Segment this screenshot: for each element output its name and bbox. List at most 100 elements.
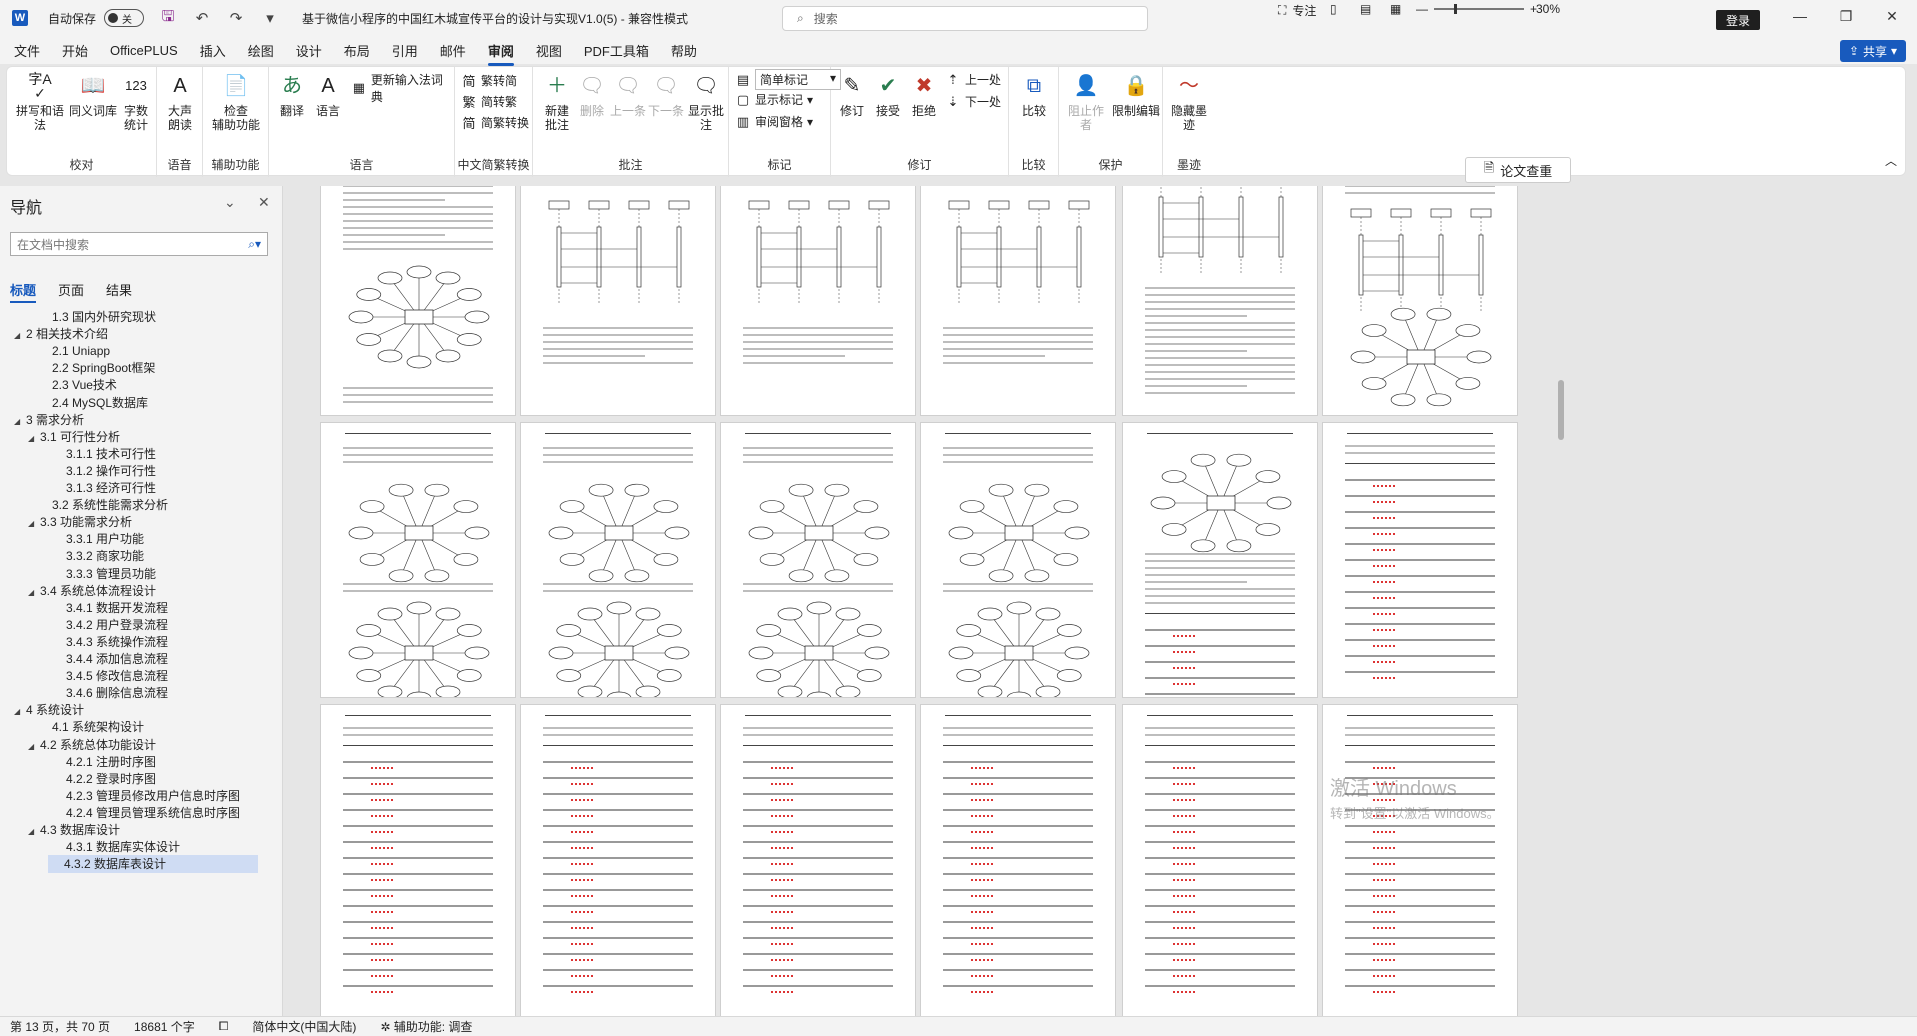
page-count[interactable]: 第 13 页，共 70 页 <box>10 1018 110 1035</box>
nav-heading-item[interactable]: 3.4.5 修改信息流程 <box>0 667 168 685</box>
nav-tab-pages[interactable]: 页面 <box>58 280 84 299</box>
word-count-button[interactable]: 123 字数 统计 <box>119 71 153 133</box>
document-page[interactable] <box>1322 422 1518 698</box>
tab-home[interactable]: 开始 <box>62 41 88 60</box>
document-page[interactable] <box>1322 186 1518 416</box>
nav-heading-item[interactable]: 3.3.3 管理员功能 <box>0 565 156 583</box>
nav-heading-item[interactable]: ◢ 4.3 数据库设计 <box>0 821 120 839</box>
block-authors-button[interactable]: 👤 阻止作者 <box>1063 71 1109 132</box>
save-icon[interactable]: 🖫 <box>158 6 178 31</box>
redo-icon[interactable]: ↷ <box>226 9 246 27</box>
tab-insert[interactable]: 插入 <box>200 41 226 60</box>
nav-heading-item[interactable]: 3.4.1 数据开发流程 <box>0 599 168 617</box>
login-button[interactable]: 登录 <box>1716 10 1760 30</box>
trad-to-simp-button[interactable]: 简 繁转简 <box>461 71 517 90</box>
minimize-icon[interactable]: — <box>1788 8 1812 24</box>
tab-view[interactable]: 视图 <box>536 41 562 60</box>
tab-pdf-tools[interactable]: PDF工具箱 <box>584 41 649 60</box>
tab-draw[interactable]: 绘图 <box>248 41 274 60</box>
delete-comment-button[interactable]: 🗨 删除 <box>575 71 609 118</box>
document-page[interactable] <box>920 186 1116 416</box>
nav-heading-item[interactable]: 3.3.2 商家功能 <box>0 547 144 565</box>
customize-quick-access-icon[interactable]: ▾ <box>260 9 280 27</box>
next-comment-button[interactable]: 🗨 下一条 <box>647 71 685 118</box>
new-comment-button[interactable]: ＋ 新建 批注 <box>539 71 575 132</box>
update-ime-dictionary-button[interactable]: ▦ 更新输入法词典 <box>351 71 454 105</box>
document-page[interactable] <box>920 422 1116 698</box>
nav-tab-headings[interactable]: 标题 <box>10 280 37 303</box>
nav-heading-item[interactable]: 4.2.1 注册时序图 <box>0 753 156 771</box>
nav-tab-results[interactable]: 结果 <box>106 280 132 299</box>
nav-heading-item[interactable]: 4.1 系统架构设计 <box>0 718 144 736</box>
nav-heading-item[interactable]: ◢ 2 相关技术介绍 <box>0 325 108 343</box>
nav-heading-item[interactable]: ◢ 4.2 系统总体功能设计 <box>0 736 156 754</box>
tab-mailings[interactable]: 邮件 <box>440 41 466 60</box>
nav-heading-item[interactable]: 3.1.2 操作可行性 <box>0 462 156 480</box>
zoom-slider[interactable]: — + <box>1416 2 1537 16</box>
nav-heading-item[interactable]: 3.4.3 系统操作流程 <box>0 633 168 651</box>
nav-heading-item[interactable]: 3.2 系统性能需求分析 <box>0 496 168 514</box>
nav-heading-item[interactable]: 4.2.3 管理员修改用户信息时序图 <box>0 787 240 805</box>
check-accessibility-button[interactable]: 📄 检查 辅助功能 <box>207 71 265 132</box>
document-page[interactable] <box>1122 422 1318 698</box>
undo-icon[interactable]: ↶ <box>192 9 212 27</box>
document-page[interactable] <box>520 704 716 1016</box>
nav-heading-item[interactable]: ◢ 3 需求分析 <box>0 411 84 429</box>
language-status[interactable]: 简体中文(中国大陆) <box>252 1018 356 1035</box>
translate-button[interactable]: あ 翻译 <box>275 71 309 118</box>
tab-review[interactable]: 审阅 <box>487 41 514 66</box>
search-input[interactable]: ⌕ 搜索 <box>782 6 1148 31</box>
close-nav-icon[interactable]: ✕ <box>258 194 270 211</box>
zoom-level[interactable]: 30% <box>1536 2 1560 16</box>
nav-heading-item[interactable]: ◢ 4 系统设计 <box>0 701 84 719</box>
compare-button[interactable]: ⧉ 比较 <box>1017 71 1051 118</box>
vertical-scrollbar[interactable] <box>1556 190 1566 830</box>
search-icon[interactable]: ⌕▾ <box>248 237 261 252</box>
nav-heading-item[interactable]: 4.3.1 数据库实体设计 <box>0 838 180 856</box>
next-change-button[interactable]: ⇣ 下一处 <box>945 93 1001 110</box>
document-page[interactable] <box>1122 186 1318 416</box>
document-area[interactable] <box>284 186 1917 1016</box>
word-count[interactable]: 18681 个字 <box>134 1018 195 1035</box>
document-page[interactable] <box>520 422 716 698</box>
previous-comment-button[interactable]: 🗨 上一条 <box>609 71 647 118</box>
track-changes-button[interactable]: ✎ 修订 <box>835 71 869 118</box>
nav-heading-item[interactable]: 3.3.1 用户功能 <box>0 530 144 548</box>
read-aloud-button[interactable]: A 大声 朗读 <box>163 71 197 132</box>
nav-heading-item[interactable]: 3.1.1 技术可行性 <box>0 445 156 463</box>
nav-heading-item[interactable]: ◢ 3.1 可行性分析 <box>0 428 120 446</box>
show-markup-button[interactable]: ▢ 显示标记 ▾ <box>735 91 813 108</box>
nav-heading-item[interactable]: 4.2.2 登录时序图 <box>0 770 156 788</box>
nav-heading-item[interactable]: 2.1 Uniapp <box>0 342 110 360</box>
nav-heading-item[interactable]: 3.1.3 经济可行性 <box>0 479 156 497</box>
autosave-toggle[interactable]: 关 <box>104 9 145 27</box>
nav-heading-item[interactable]: 3.4.4 添加信息流程 <box>0 650 168 668</box>
language-button[interactable]: A 语言 <box>311 71 345 118</box>
scroll-thumb[interactable] <box>1558 380 1564 440</box>
nav-heading-item[interactable]: 4.3.2 数据库表设计 <box>48 855 258 874</box>
simp-to-trad-button[interactable]: 繁 简转繁 <box>461 92 517 111</box>
document-page[interactable] <box>520 186 716 416</box>
focus-mode-button[interactable]: ⛶ 专注 <box>1278 2 1316 19</box>
tab-references[interactable]: 引用 <box>392 41 418 60</box>
proofing-status-icon[interactable]: ⧠ <box>219 1019 229 1034</box>
nav-heading-item[interactable]: 4.2.4 管理员管理系统信息时序图 <box>0 804 240 822</box>
web-layout-icon[interactable]: ▦ <box>1390 2 1401 16</box>
nav-heading-item[interactable]: 2.4 MySQL数据库 <box>0 394 148 412</box>
nav-options-icon[interactable]: ⌄ <box>224 194 236 211</box>
nav-heading-item[interactable]: ◢ 3.4 系统总体流程设计 <box>0 582 156 600</box>
accept-button[interactable]: ✔ 接受 <box>871 71 905 118</box>
document-page[interactable] <box>1122 704 1318 1016</box>
document-page[interactable] <box>320 704 516 1016</box>
tab-file[interactable]: 文件 <box>14 41 40 60</box>
paper-check-button[interactable]: 🗎 论文查重 <box>1465 157 1571 183</box>
chinese-conversion-button[interactable]: 简 简繁转换 <box>461 113 529 132</box>
spelling-grammar-button[interactable]: 字A ✓ 拼写和语法 <box>15 71 65 132</box>
close-icon[interactable]: ✕ <box>1880 8 1904 25</box>
nav-heading-item[interactable]: ◢ 3.3 功能需求分析 <box>0 513 132 531</box>
nav-heading-item[interactable]: 2.2 SpringBoot框架 <box>0 359 155 377</box>
show-comments-button[interactable]: 🗨 显示批注 <box>683 71 729 132</box>
share-button[interactable]: ⇪ 共享 ▾ <box>1840 40 1906 62</box>
previous-change-button[interactable]: ⇡ 上一处 <box>945 71 1001 88</box>
print-layout-icon[interactable]: ▤ <box>1360 2 1371 16</box>
